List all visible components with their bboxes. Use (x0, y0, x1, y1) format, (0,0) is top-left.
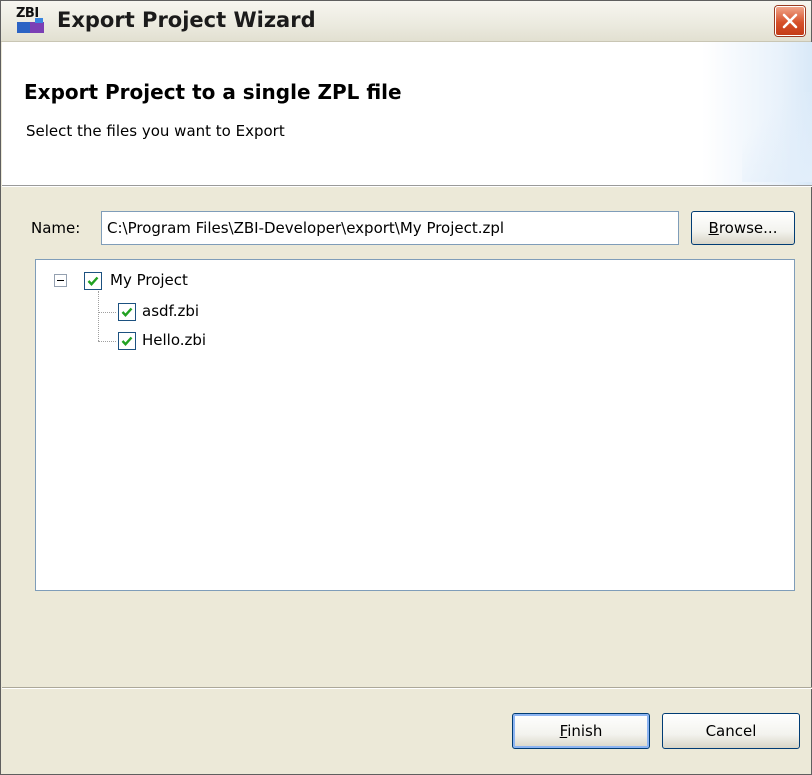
browse-button[interactable]: Browse... (691, 211, 795, 245)
finish-button[interactable]: Finish (512, 713, 650, 749)
collapse-toggle-icon[interactable] (54, 274, 67, 287)
page-title: Export Project to a single ZPL file (24, 80, 402, 104)
wizard-header-banner: Export Project to a single ZPL file Sele… (2, 42, 812, 186)
hello-checkbox[interactable] (118, 332, 136, 350)
export-wizard-window: ZBI Export Project Wizard Export Project… (0, 0, 812, 775)
tree-item-label: Hello.zbi (142, 331, 207, 349)
window-title: Export Project Wizard (57, 8, 316, 32)
checkmark-icon (121, 336, 133, 346)
tree-item-label: My Project (110, 271, 188, 289)
cancel-button[interactable]: Cancel (662, 713, 800, 749)
file-tree[interactable]: My Project asdf.zbi Hello.zbi (35, 259, 795, 591)
asdf-checkbox[interactable] (118, 303, 136, 321)
name-label: Name: (31, 219, 81, 237)
zbi-app-icon: ZBI (15, 6, 47, 35)
name-field[interactable] (101, 211, 679, 245)
checkmark-icon (121, 307, 133, 317)
checkmark-icon (87, 276, 99, 286)
root-checkbox[interactable] (84, 272, 102, 290)
close-button[interactable] (775, 6, 805, 36)
title-bar[interactable]: ZBI Export Project Wizard (1, 1, 811, 42)
page-description: Select the files you want to Export (26, 122, 285, 140)
tree-item-label: asdf.zbi (142, 302, 200, 320)
close-icon (782, 13, 798, 29)
